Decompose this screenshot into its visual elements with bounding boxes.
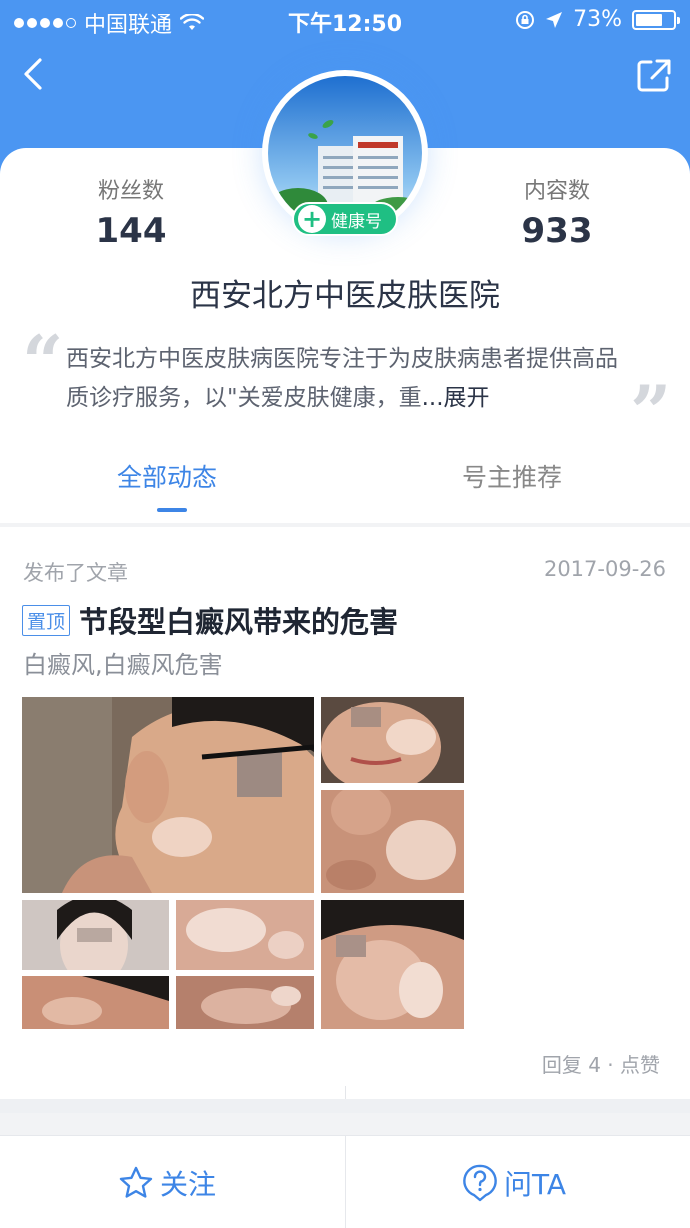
collage-photo xyxy=(176,976,314,1029)
rotation-lock-icon xyxy=(516,10,535,29)
ask-button[interactable]: 问TA xyxy=(462,1136,566,1228)
content-count: 933 xyxy=(521,211,593,251)
profile-description: 西安北方中医皮肤病医院专注于为皮肤病患者提供高品质诊疗服务，以"关爱皮肤健康，重… xyxy=(66,340,626,418)
star-icon xyxy=(119,1166,153,1198)
tab-owner-recommend[interactable]: 号主推荐 xyxy=(462,458,562,494)
divider xyxy=(345,1086,346,1100)
article-title[interactable]: 节段型白癜风带来的危害 xyxy=(79,599,398,641)
bottom-divider xyxy=(345,1136,346,1228)
collage-photo xyxy=(321,790,464,893)
status-bar: 中国联通 下午12:50 73% xyxy=(0,0,690,40)
collage-photo xyxy=(321,900,464,1029)
fans-label: 粉丝数 xyxy=(97,179,164,204)
location-arrow-icon xyxy=(546,11,563,28)
collage-photo xyxy=(22,697,314,893)
external-share-icon[interactable] xyxy=(636,58,672,94)
collage-photo xyxy=(22,900,169,970)
expand-link[interactable]: ...展开 xyxy=(422,385,490,411)
fans-stat[interactable]: 粉丝数 144 xyxy=(41,173,221,251)
question-bubble-icon xyxy=(463,1164,497,1201)
article-image-collage[interactable] xyxy=(22,697,464,1029)
health-account-badge: + 健康号 xyxy=(292,202,398,236)
battery-percent: 73% xyxy=(573,7,622,32)
fans-count: 144 xyxy=(95,211,167,251)
tab-all-activity[interactable]: 全部动态 xyxy=(117,458,217,494)
follow-label: 关注 xyxy=(160,1167,217,1201)
pinned-badge: 置顶 xyxy=(22,604,71,636)
battery-icon xyxy=(632,9,680,30)
close-quote-icon: ” xyxy=(630,369,672,454)
plus-icon: + xyxy=(298,205,326,233)
ask-label: 问TA xyxy=(504,1167,567,1201)
tab-bar: 全部动态 号主推荐 xyxy=(0,440,690,512)
article-card[interactable]: 发布了文章 2017-09-26 置顶 节段型白癜风带来的危害 白癜风,白癜风危… xyxy=(0,527,690,1099)
badge-label: 健康号 xyxy=(331,211,382,232)
active-tab-indicator xyxy=(157,508,187,512)
collage-photo xyxy=(22,976,169,1029)
section-gap xyxy=(0,1099,690,1113)
content-stat[interactable]: 内容数 933 xyxy=(467,173,647,251)
chevron-left-icon[interactable] xyxy=(16,56,52,92)
bottom-action-bar: 关注 问TA xyxy=(0,1135,690,1228)
collage-photo xyxy=(176,900,314,970)
collage-photo xyxy=(321,697,464,783)
article-action: 发布了文章 xyxy=(23,561,128,585)
open-quote-icon: “ xyxy=(22,319,64,404)
page-title: 西安北方中医皮肤医院 xyxy=(190,278,500,314)
content-label: 内容数 xyxy=(523,179,590,204)
article-stats: 回复 4 · 点赞 xyxy=(541,1053,660,1077)
follow-button[interactable]: 关注 xyxy=(118,1136,216,1228)
article-tags: 白癜风,白癜风危害 xyxy=(23,651,223,679)
article-date: 2017-09-26 xyxy=(543,557,666,581)
description-text: 西安北方中医皮肤病医院专注于为皮肤病患者提供高品质诊疗服务，以"关爱皮肤健康，重 xyxy=(66,346,618,411)
